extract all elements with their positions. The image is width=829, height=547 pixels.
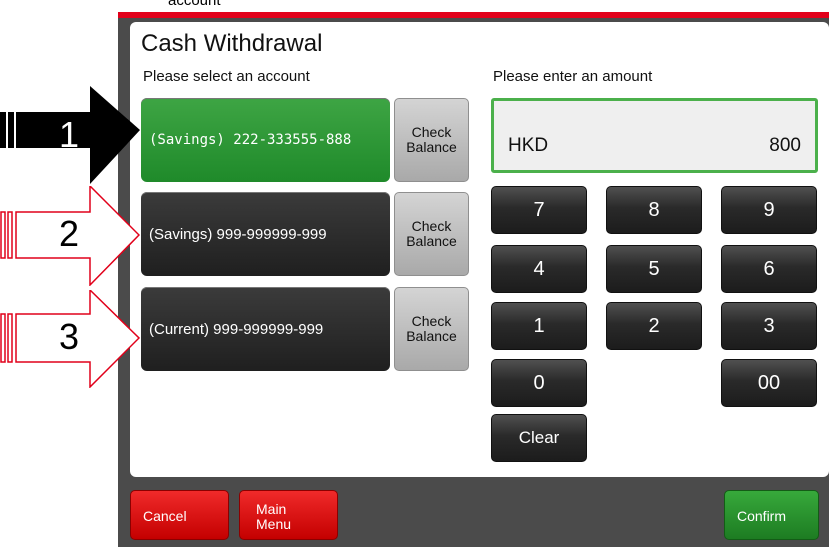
confirm-label: Confirm (737, 508, 787, 524)
keypad-9[interactable]: 9 (721, 186, 817, 234)
page-title: Cash Withdrawal (141, 30, 323, 57)
check-balance-button-2[interactable]: Check Balance (394, 192, 469, 276)
keypad-0[interactable]: 0 (491, 359, 587, 407)
account-prompt: Please select an account (143, 68, 310, 85)
check-label: Check (411, 124, 452, 140)
main-label: Main (256, 501, 287, 517)
keypad-6[interactable]: 6 (721, 245, 817, 293)
balance-label: Balance (406, 328, 457, 344)
amount-prompt: Please enter an amount (493, 68, 653, 85)
cancel-label: Cancel (143, 508, 187, 524)
check-balance-button-3[interactable]: Check Balance (394, 287, 469, 371)
keypad-8[interactable]: 8 (606, 186, 702, 234)
amount-value: 800 (769, 135, 801, 156)
keypad-1[interactable]: 1 (491, 302, 587, 350)
main-menu-button[interactable]: Main Menu (239, 490, 338, 540)
account-label: (Savings) 222-333555-888 (149, 132, 352, 148)
keypad-7[interactable]: 7 (491, 186, 587, 234)
check-label: Check (411, 218, 452, 234)
currency-label: HKD (508, 135, 549, 156)
confirm-button[interactable]: Confirm (724, 490, 819, 540)
account-label: (Savings) 999-999999-999 (149, 225, 327, 243)
annotation-number-2: 2 (59, 213, 80, 254)
keypad-00[interactable]: 00 (721, 359, 817, 407)
keypad-3[interactable]: 3 (721, 302, 817, 350)
amount-field[interactable]: HKD 800 (491, 98, 818, 173)
balance-label: Balance (406, 233, 457, 249)
annotation-number-3: 3 (59, 316, 80, 357)
check-label: Check (411, 313, 452, 329)
check-balance-button-1[interactable]: Check Balance (394, 98, 469, 182)
annotation-number-1: 1 (59, 114, 80, 155)
keypad-2[interactable]: 2 (606, 302, 702, 350)
keypad-5[interactable]: 5 (606, 245, 702, 293)
top-caption: account (168, 0, 221, 9)
account-option-savings-selected[interactable]: (Savings) 222-333555-888 (141, 98, 390, 182)
balance-label: Balance (406, 139, 457, 155)
account-option-savings[interactable]: (Savings) 999-999999-999 (141, 192, 390, 276)
cancel-button[interactable]: Cancel (130, 490, 229, 540)
keypad-4[interactable]: 4 (491, 245, 587, 293)
keypad-clear[interactable]: Clear (491, 414, 587, 462)
account-option-current[interactable]: (Current) 999-999999-999 (141, 287, 390, 371)
account-label: (Current) 999-999999-999 (149, 320, 324, 338)
menu-label: Menu (256, 516, 292, 532)
